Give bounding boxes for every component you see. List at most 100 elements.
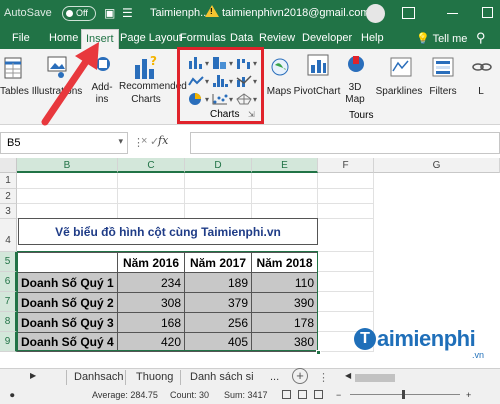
grid-cell[interactable] (318, 173, 374, 189)
name-box[interactable]: B5 ▾ (0, 132, 128, 154)
tab-review[interactable]: Review (259, 32, 295, 44)
column-header-g[interactable]: G (374, 158, 500, 173)
grid-cell[interactable] (318, 272, 374, 292)
zoom-slider[interactable] (350, 394, 460, 395)
row-header-4[interactable]: 4 (0, 219, 17, 252)
tours-group-label: Tours (349, 110, 374, 121)
tab-help[interactable]: Help (361, 32, 384, 44)
grid-cell[interactable] (118, 173, 185, 189)
recommended-label-1: Recommended (119, 81, 187, 92)
save-icon[interactable]: ▣ (104, 6, 115, 20)
tab-page-layout[interactable]: Page Layout (120, 32, 182, 44)
grid-cell[interactable] (252, 173, 318, 189)
grid-cell[interactable] (318, 252, 374, 272)
minimize-button[interactable] (447, 13, 458, 14)
grid-cell[interactable] (318, 292, 374, 312)
tab-divider (125, 370, 126, 385)
tab-data[interactable]: Data (230, 32, 253, 44)
grid-cell[interactable] (252, 189, 318, 204)
sheet-tab-danh-sach-si[interactable]: Danh sách si (190, 371, 254, 383)
grid-cell[interactable] (118, 189, 185, 204)
tables-label: Tables (0, 86, 29, 97)
grid-cell[interactable] (118, 204, 185, 219)
page-break-view-icon[interactable] (314, 390, 323, 399)
zoom-out-icon[interactable]: − (336, 390, 341, 400)
normal-view-icon[interactable] (282, 390, 291, 399)
status-average: Average: 284.75 (92, 390, 158, 400)
row-header-3[interactable]: 3 (0, 204, 17, 219)
insert-function-button[interactable]: fx (158, 134, 168, 147)
restore-button[interactable] (482, 7, 493, 18)
toggle-knob (66, 10, 73, 17)
tab-split-grip[interactable]: ⋮ (318, 371, 329, 384)
autosave-label: AutoSave (4, 7, 52, 19)
grid-cell[interactable] (185, 189, 252, 204)
lightbulb-icon: 💡 (416, 33, 433, 45)
add-sheet-button[interactable]: + (292, 368, 308, 384)
autosave-toggle[interactable]: Off (62, 6, 96, 21)
tab-developer[interactable]: Developer (302, 32, 352, 44)
sheet-tab-danhsach[interactable]: Danhsach (74, 371, 124, 383)
link-icon (472, 63, 492, 71)
row-header-1[interactable]: 1 (0, 173, 17, 189)
share-icon[interactable]: ⚲ (476, 30, 486, 46)
logo-text: aimienphi (377, 326, 476, 351)
tab-formulas[interactable]: Formulas (180, 32, 226, 44)
row-header-5[interactable]: 5 (0, 252, 17, 272)
tab-file[interactable]: File (12, 32, 30, 44)
grid-cell[interactable] (17, 204, 118, 219)
zoom-slider-thumb[interactable] (402, 390, 405, 399)
formula-input[interactable] (190, 132, 500, 154)
sheet-title[interactable]: Vẽ biểu đồ hình cột cùng Taimienphi.vn (18, 218, 318, 245)
tell-me-label: Tell me (432, 33, 468, 45)
table-icon (4, 57, 22, 79)
pivotchart-label: PivotChart (293, 86, 341, 97)
sheet-tab-bar: ▶ Danhsach Thuong Danh sách si ... + ⋮ ◀ (0, 368, 500, 386)
row-header-2[interactable]: 2 (0, 189, 17, 204)
filters-label: Filters (429, 86, 457, 97)
warning-icon (205, 5, 219, 17)
grid-cell[interactable] (318, 204, 374, 219)
autosave-state: Off (76, 8, 88, 18)
row-header-6[interactable]: 6 (0, 272, 17, 292)
grid-cell[interactable] (185, 204, 252, 219)
cancel-icon[interactable]: × (141, 135, 147, 147)
grid-cell[interactable] (318, 189, 374, 204)
column-header-e[interactable]: E (252, 158, 318, 173)
status-bar: ⏺ Average: 284.75 Count: 30 Sum: 3417 − … (0, 386, 500, 404)
slicer-icon (432, 57, 454, 77)
sheet-nav-next-icon[interactable]: ▶ (30, 371, 36, 380)
ribbon-display-options-icon[interactable] (402, 7, 415, 19)
grid-cell[interactable] (252, 204, 318, 219)
column-header-d[interactable]: D (185, 158, 252, 173)
column-header-c[interactable]: C (118, 158, 185, 173)
fill-handle[interactable] (316, 350, 321, 355)
grid-cell[interactable] (17, 173, 118, 189)
sheet-tab-thuong[interactable]: Thuong (136, 371, 173, 383)
chevron-down-icon[interactable]: ▾ (118, 136, 123, 147)
avatar[interactable] (366, 4, 385, 23)
row-header-9[interactable]: 9 (0, 332, 17, 352)
more-icon[interactable]: ☰ (122, 6, 133, 20)
page-layout-view-icon[interactable] (298, 390, 307, 399)
horizontal-scrollbar[interactable]: ◀ (345, 371, 495, 383)
account-email[interactable]: taimienphivn2018@gmail.com (222, 7, 370, 19)
tell-me-box[interactable]: 💡 Tell me (416, 32, 467, 45)
grid-cell[interactable] (318, 219, 374, 252)
zoom-in-icon[interactable]: + (466, 390, 471, 400)
3d-map-label-2: Map (345, 94, 365, 105)
more-sheets[interactable]: ... (270, 371, 279, 383)
row-header-7[interactable]: 7 (0, 292, 17, 312)
column-header-f[interactable]: F (318, 158, 374, 173)
select-all-button[interactable] (0, 158, 17, 173)
grid-cell[interactable] (185, 173, 252, 189)
scrollbar-thumb[interactable] (355, 374, 395, 382)
3d-map-icon (348, 56, 364, 72)
grid-cell[interactable] (17, 189, 118, 204)
links-label: L (478, 86, 484, 97)
scroll-left-icon[interactable]: ◀ (345, 371, 351, 380)
logo-tld: .vn (472, 350, 485, 360)
column-header-b[interactable]: B (17, 158, 118, 173)
row-header-8[interactable]: 8 (0, 312, 17, 332)
macro-record-icon[interactable]: ⏺ (10, 390, 15, 401)
